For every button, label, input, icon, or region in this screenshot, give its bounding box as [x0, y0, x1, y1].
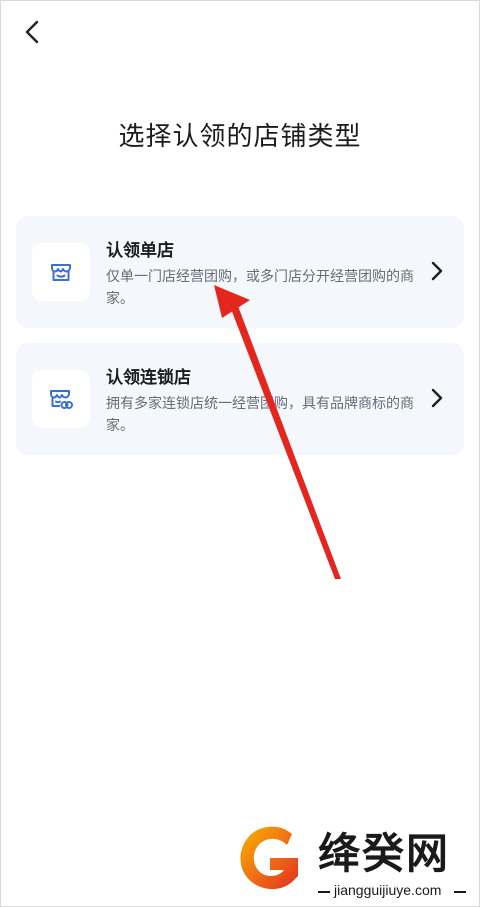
option-icon-box	[32, 243, 90, 301]
chain-store-icon	[50, 390, 73, 409]
option-description: 仅单一门店经营团购，或多门店分开经营团购的商家。	[106, 269, 414, 307]
claim-single-store-option[interactable]: 认领单店 仅单一门店经营团购，或多门店分开经营团购的商家。	[16, 216, 464, 328]
option-icon-box	[32, 370, 90, 428]
option-title: 认领单店	[106, 241, 174, 261]
page-title: 选择认领的店铺类型	[118, 122, 362, 152]
back-button[interactable]	[14, 14, 50, 50]
option-title: 认领连锁店	[106, 368, 191, 388]
watermark-line-right	[454, 891, 466, 893]
watermark-brand: 绛癸网	[318, 829, 451, 878]
chevron-right-icon	[431, 261, 443, 281]
chevron-right-icon	[431, 388, 443, 408]
option-description: 拥有多家连锁店统一经营团购，具有品牌商标的商家。	[106, 396, 414, 434]
storefront-icon	[51, 264, 71, 281]
watermark-url: jiangguijiuye.com	[334, 882, 442, 898]
chevron-left-icon	[25, 20, 39, 44]
claim-chain-store-option[interactable]: 认领连锁店 拥有多家连锁店统一经营团购，具有品牌商标的商家。	[16, 343, 464, 455]
watermark: 绛癸网 jiangguijiuye.com	[230, 818, 470, 904]
watermark-logo	[240, 826, 298, 890]
watermark-line-left	[318, 891, 330, 893]
